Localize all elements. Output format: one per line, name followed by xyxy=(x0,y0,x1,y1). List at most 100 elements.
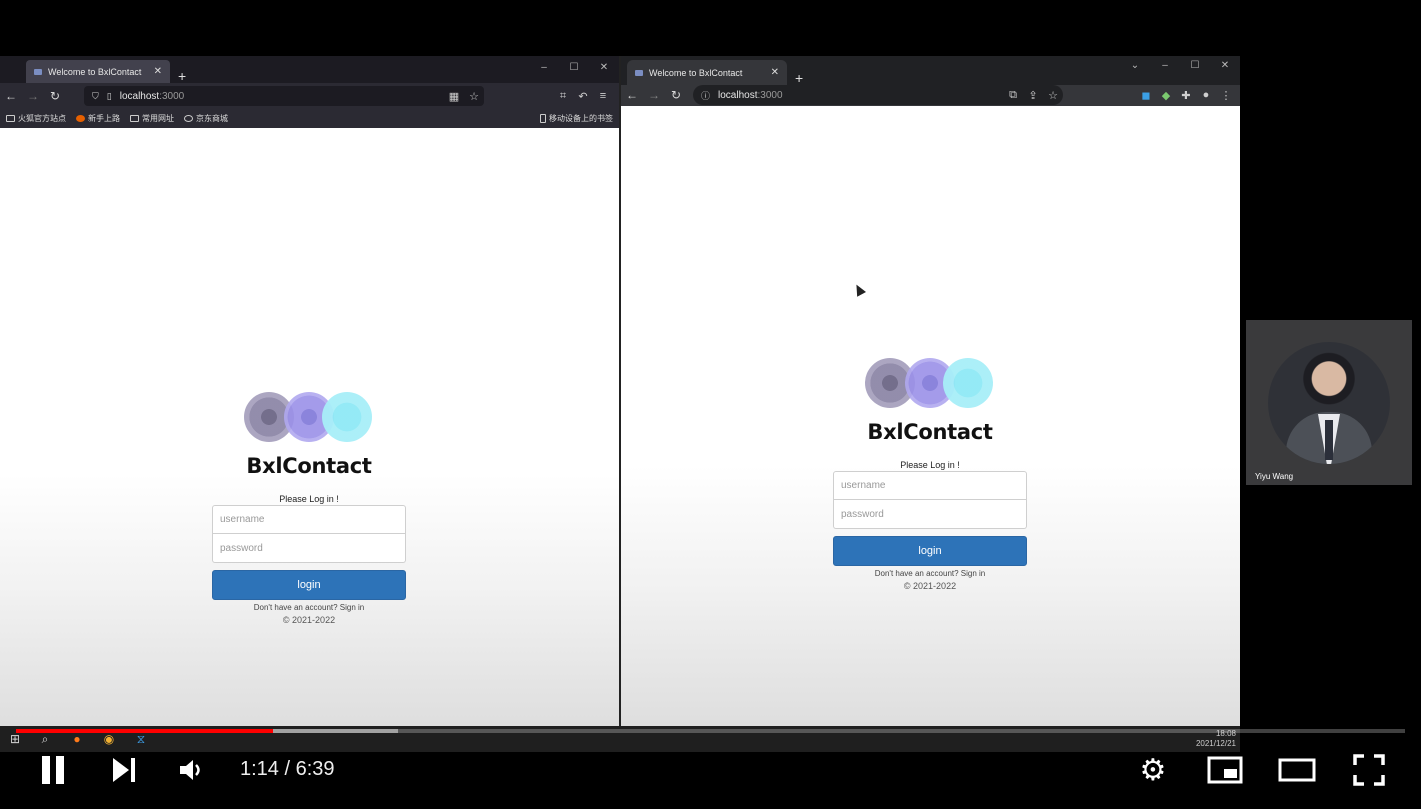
firefox-navbar: ← → ↻ ⛉ ▯ localhost:3000 ▦ ☆ ⌗ ↶ ≡ xyxy=(0,85,619,107)
vscode-icon[interactable]: ⧖ xyxy=(134,732,148,746)
bookmark-item[interactable]: 常用网址 xyxy=(130,113,174,124)
translate-icon[interactable]: ⧉ xyxy=(1003,89,1023,102)
next-icon[interactable] xyxy=(110,754,138,786)
mobile-icon xyxy=(540,113,546,123)
globe-icon xyxy=(184,114,193,122)
firefox-url-tools: ▦ ☆ xyxy=(444,90,484,103)
reload-icon[interactable]: ↻ xyxy=(44,89,66,103)
username-input[interactable] xyxy=(212,505,406,534)
chrome-navbar: ← → ↻ ⓘ localhost:3000 ⧉ ⇪ ☆ ◼ ◆ ✚ ● ⋮ xyxy=(621,85,1240,105)
player-controls: 1:14 / 6:39 ⚙ xyxy=(0,746,1421,794)
miniplayer-icon[interactable] xyxy=(1207,754,1243,786)
login-prompt: Please Log in ! xyxy=(279,494,339,504)
search-icon[interactable]: ⌕ xyxy=(38,732,52,746)
back-icon[interactable]: ← xyxy=(0,89,22,103)
shield-icon[interactable]: ⛉ xyxy=(92,91,99,102)
share-icon[interactable]: ⇪ xyxy=(1023,89,1043,102)
back-icon[interactable]: ← xyxy=(621,88,643,102)
volume-icon[interactable] xyxy=(177,754,207,786)
pause-icon[interactable] xyxy=(38,754,68,786)
firefox-tab-title: Welcome to BxlContact xyxy=(48,66,142,77)
close-window-icon[interactable]: ✕ xyxy=(589,62,619,73)
brand-logo xyxy=(244,390,374,444)
new-tab-icon[interactable]: + xyxy=(178,69,186,83)
logo-circle xyxy=(322,392,372,442)
mobile-bookmarks-label: 移动设备上的书签 xyxy=(549,113,613,123)
chrome-toolbar: Welcome to BxlContact ✕ + ⌄ – ☐ ✕ ← → ↻ … xyxy=(621,56,1240,106)
tab-search-icon[interactable]: ⌄ xyxy=(1120,60,1150,71)
theater-mode-icon[interactable] xyxy=(1278,754,1316,786)
logo-circle xyxy=(943,358,993,408)
video-frame[interactable]: Welcome to BxlContact ✕ + – ☐ ✕ ← → ↻ ⛉ … xyxy=(0,0,1421,809)
bookmark-item[interactable]: 京东商城 xyxy=(184,113,228,124)
reload-icon[interactable]: ↻ xyxy=(665,88,687,102)
star-icon[interactable]: ☆ xyxy=(1043,89,1063,102)
password-input[interactable] xyxy=(212,534,406,563)
close-tab-icon[interactable]: ✕ xyxy=(154,66,162,77)
avatar-tie xyxy=(1325,420,1333,460)
close-window-icon[interactable]: ✕ xyxy=(1210,60,1240,71)
windows-start-icon[interactable]: ⊞ xyxy=(8,732,22,746)
presenter-name: Yiyu Wang xyxy=(1255,472,1294,481)
bookmark-label: 常用网址 xyxy=(142,113,174,123)
firefox-tabstrip: Welcome to BxlContact ✕ + xyxy=(0,56,619,83)
star-icon[interactable]: ☆ xyxy=(464,90,484,103)
extension-icon[interactable]: ◆ xyxy=(1156,89,1176,102)
maximize-icon[interactable]: ☐ xyxy=(559,62,589,73)
chrome-address-bar[interactable]: ⓘ localhost:3000 ⧉ ⇪ ☆ xyxy=(693,85,1063,105)
settings-icon[interactable]: ⚙ xyxy=(1136,754,1170,787)
qr-code-icon[interactable]: ▦ xyxy=(444,90,464,103)
info-icon[interactable]: ⓘ xyxy=(701,89,710,102)
page-icon: ▯ xyxy=(106,90,112,101)
undo-icon[interactable]: ↶ xyxy=(573,90,593,103)
mobile-bookmarks[interactable]: 移动设备上的书签 xyxy=(540,113,613,124)
password-input[interactable] xyxy=(833,500,1027,529)
firefox-tab[interactable]: Welcome to BxlContact ✕ xyxy=(26,60,170,83)
firefox-page: BxlContact Please Log in ! login Don't h… xyxy=(0,128,619,726)
bookmark-item[interactable]: 火狐官方站点 xyxy=(6,113,66,124)
brand-logo xyxy=(865,356,995,410)
chrome-window-controls: ⌄ – ☐ ✕ xyxy=(1120,60,1240,71)
close-tab-icon[interactable]: ✕ xyxy=(771,67,779,78)
puzzle-icon[interactable]: ✚ xyxy=(1176,89,1196,102)
username-input[interactable] xyxy=(833,471,1027,500)
maximize-icon[interactable]: ☐ xyxy=(1180,60,1210,71)
progress-played xyxy=(16,729,273,733)
login-button[interactable]: login xyxy=(833,536,1027,566)
firefox-address-bar[interactable]: ⛉ ▯ localhost:3000 ▦ ☆ xyxy=(84,86,484,106)
signup-link[interactable]: Don't have an account? Sign in xyxy=(833,569,1027,578)
firefox-window: Welcome to BxlContact ✕ + – ☐ ✕ ← → ↻ ⛉ … xyxy=(0,56,619,726)
video-progress-bar[interactable] xyxy=(16,729,1405,733)
folder-icon xyxy=(130,114,139,122)
firefox-window-controls: – ☐ ✕ xyxy=(529,62,619,73)
menu-icon[interactable]: ≡ xyxy=(593,90,613,102)
bookmarks-bar: 火狐官方站点 新手上路 常用网址 京东商城 移动设备上的书签 xyxy=(0,109,619,127)
fullscreen-icon[interactable] xyxy=(1352,754,1386,786)
login-button[interactable]: login xyxy=(212,570,406,600)
firefox-toolbar: Welcome to BxlContact ✕ + – ☐ ✕ ← → ↻ ⛉ … xyxy=(0,56,619,128)
kebab-menu-icon[interactable]: ⋮ xyxy=(1216,89,1236,102)
mouse-cursor-icon xyxy=(852,282,866,297)
copyright: © 2021-2022 xyxy=(282,615,336,625)
firefox-url-port: :3000 xyxy=(159,90,185,102)
firefox-icon[interactable]: ● xyxy=(70,732,84,746)
extension-icon[interactable]: ◼ xyxy=(1136,89,1156,102)
minimize-icon[interactable]: – xyxy=(1150,60,1180,71)
minimize-icon[interactable]: – xyxy=(529,62,559,73)
new-tab-icon[interactable]: + xyxy=(795,71,803,85)
favicon-icon xyxy=(34,68,42,75)
chrome-icon[interactable]: ◉ xyxy=(102,732,116,746)
copyright: © 2021-2022 xyxy=(903,581,957,591)
chrome-tab[interactable]: Welcome to BxlContact ✕ xyxy=(627,60,787,85)
bookmark-label: 火狐官方站点 xyxy=(18,113,66,123)
signup-link[interactable]: Don't have an account? Sign in xyxy=(212,603,406,612)
webcam-overlay: Yiyu Wang xyxy=(1246,320,1412,485)
screenshot-icon[interactable]: ⌗ xyxy=(553,90,573,103)
bookmark-item[interactable]: 新手上路 xyxy=(76,113,120,124)
forward-icon[interactable]: → xyxy=(643,88,665,102)
firefox-url-host: localhost xyxy=(119,90,160,102)
folder-icon xyxy=(6,114,15,122)
presenter-avatar xyxy=(1268,342,1390,464)
forward-icon[interactable]: → xyxy=(22,89,44,103)
profile-icon[interactable]: ● xyxy=(1196,89,1216,101)
